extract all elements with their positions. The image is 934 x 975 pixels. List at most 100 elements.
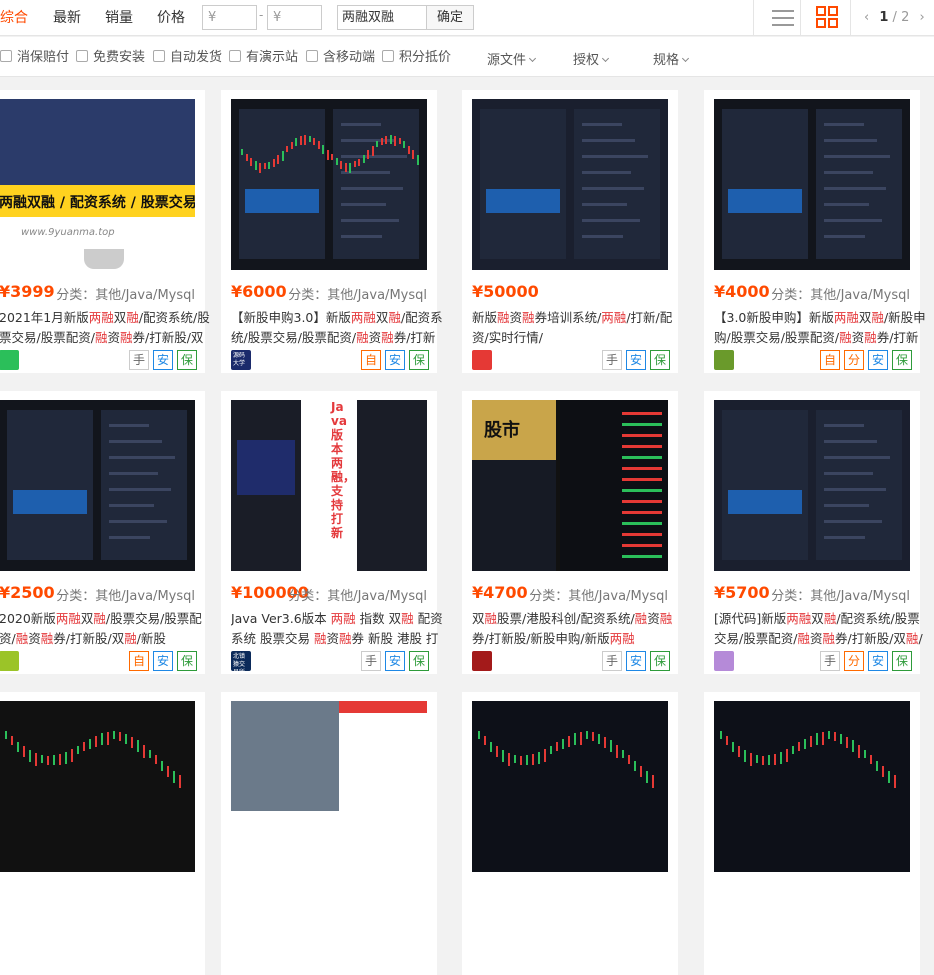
service-tag: 分 — [844, 350, 864, 370]
service-tag: 手 — [602, 350, 622, 370]
product-price: ¥4700 — [472, 583, 528, 602]
filter-demo-site[interactable]: 有演示站 — [229, 50, 298, 65]
product-thumbnail[interactable] — [0, 701, 195, 872]
sort-newest[interactable]: 最新 — [53, 0, 81, 36]
product-title[interactable]: [源代码]新版两融双融/配资系统/股票交易/股票配资/融资融券/打新股/双融/新 — [714, 609, 930, 649]
seller-avatar[interactable]: 北镇猿交易所 — [231, 651, 251, 671]
service-tag: 保 — [409, 350, 429, 370]
filter-points[interactable]: 积分抵价 — [382, 50, 451, 65]
service-tag: 手 — [361, 651, 381, 671]
chevron-down-icon — [528, 54, 537, 63]
service-tag: 手 — [129, 350, 149, 370]
service-tag: 保 — [892, 350, 912, 370]
filter-label: 自动发货 — [170, 50, 223, 65]
product-category: 分类：其他/Java/Mysql — [288, 288, 427, 303]
service-tag: 安 — [153, 350, 173, 370]
checkbox-icon[interactable] — [382, 50, 394, 62]
product-card[interactable]: ¥5700 分类：其他/Java/Mysql [源代码]新版两融双融/配资系统/股票… — [704, 391, 923, 674]
product-category: 分类：其他/Java/Mysql — [771, 288, 910, 303]
filter-auto-delivery[interactable]: 自动发货 — [153, 50, 222, 65]
sort-default[interactable]: 综合 — [0, 0, 28, 36]
product-title[interactable]: 【新股申购3.0】新版两融双融/配资系统/股票交易/股票配资/融资融券/打新 — [231, 308, 447, 348]
dropdown-license[interactable]: 授权 — [573, 49, 610, 68]
product-card[interactable]: ¥50000 新版融资融券培训系统/两融/打新/配资/实时行情/手安保 — [462, 90, 678, 373]
checkbox-icon[interactable] — [306, 50, 318, 62]
service-tag: 保 — [650, 350, 670, 370]
seller-avatar[interactable] — [714, 350, 734, 370]
filter-free-install[interactable]: 免费安装 — [76, 50, 145, 65]
product-thumbnail[interactable] — [0, 400, 195, 571]
service-tags: 手安保 — [602, 651, 670, 671]
keyword-input[interactable]: 两融双融 — [337, 5, 427, 30]
service-tag: 手 — [820, 651, 840, 671]
next-page-button[interactable]: › — [919, 10, 924, 25]
product-card[interactable] — [0, 692, 205, 975]
dropdown-label: 规格 — [653, 53, 680, 68]
service-tag: 分 — [844, 651, 864, 671]
product-thumbnail[interactable]: 股市 — [472, 400, 668, 571]
product-card[interactable]: ¥4000 分类：其他/Java/Mysql 【3.0新股申购】新版两融双融/新股申… — [704, 90, 926, 373]
service-tag: 保 — [650, 651, 670, 671]
product-title[interactable]: 双融股票/港股科创/配资系统/融资融券/打新股/新股申购/新版两融 — [472, 609, 688, 649]
product-card[interactable]: ¥2500 分类：其他/Java/Mysql 2020新版两融双融/股票交易/股票配… — [0, 391, 205, 674]
product-thumbnail[interactable]: 两融双融 / 配资系统 / 股票交易 www.9yuanma.top — [0, 99, 195, 270]
checkbox-icon[interactable] — [0, 50, 12, 62]
product-thumbnail[interactable] — [231, 701, 427, 872]
checkbox-icon[interactable] — [76, 50, 88, 62]
price-max-input[interactable]: ¥ — [267, 5, 322, 30]
filter-insurance[interactable]: 消保赔付 — [0, 50, 69, 65]
service-tag: 安 — [153, 651, 173, 671]
service-tags: 手分安保 — [820, 651, 912, 671]
product-price: ¥3999 — [0, 282, 55, 301]
product-thumbnail[interactable] — [714, 400, 910, 571]
product-card[interactable]: 股市 ¥4700 分类：其他/Java/Mysql 双融股票/港股科创/配资系统/融资… — [462, 391, 678, 674]
seller-avatar[interactable] — [0, 350, 19, 370]
product-card[interactable] — [462, 692, 678, 975]
service-tag: 安 — [626, 651, 646, 671]
product-title[interactable]: 2020新版两融双融/股票交易/股票配资/融资融券/打新股/双融/新股 — [0, 609, 215, 649]
prev-page-button[interactable]: ‹ — [864, 10, 869, 25]
seller-avatar[interactable] — [0, 651, 19, 671]
product-card[interactable]: Java版本两融，支持打新 ¥100000 分类：其他/Java/Mysql Java… — [221, 391, 443, 674]
service-tags: 手安保 — [602, 350, 670, 370]
confirm-button[interactable]: 确定 — [426, 5, 474, 30]
filter-label: 有演示站 — [246, 50, 299, 65]
filter-bar: 消保赔付 免费安装 自动发货 有演示站 含移动端 积分抵价 源文件 授权 规格 — [0, 37, 934, 77]
product-card[interactable] — [704, 692, 920, 975]
avatar-text: 北镇猿交易所 — [233, 653, 246, 671]
seller-avatar[interactable]: 源码大学 — [231, 350, 251, 370]
service-tag: 自 — [361, 350, 381, 370]
product-thumbnail[interactable] — [472, 99, 668, 270]
checkbox-icon[interactable] — [229, 50, 241, 62]
dropdown-spec[interactable]: 规格 — [653, 49, 690, 68]
seller-avatar[interactable] — [472, 651, 492, 671]
product-title[interactable]: 新版融资融券培训系统/两融/打新/配资/实时行情/ — [472, 308, 688, 348]
product-thumbnail[interactable] — [714, 701, 910, 872]
product-thumbnail[interactable] — [714, 99, 910, 270]
product-thumbnail[interactable]: Java版本两融，支持打新 — [231, 400, 427, 571]
service-tag: 保 — [177, 651, 197, 671]
product-category: 分类：其他/Java/Mysql — [56, 589, 195, 604]
grid-view-icon[interactable] — [816, 6, 838, 28]
product-thumbnail[interactable] — [472, 701, 668, 872]
sort-sales[interactable]: 销量 — [105, 0, 133, 36]
seller-avatar[interactable] — [714, 651, 734, 671]
service-tag: 安 — [385, 350, 405, 370]
product-price: ¥50000 — [472, 282, 539, 301]
price-min-input[interactable]: ¥ — [202, 5, 257, 30]
service-tag: 安 — [385, 651, 405, 671]
list-view-icon[interactable] — [772, 9, 794, 31]
dropdown-source-files[interactable]: 源文件 — [487, 49, 537, 68]
product-title[interactable]: Java Ver3.6版本 两融 指数 双融 配资系统 股票交易 融资融券 新股… — [231, 609, 447, 649]
filter-label: 免费安装 — [93, 50, 146, 65]
sort-price[interactable]: 价格 — [157, 0, 185, 36]
product-card[interactable]: ¥6000 分类：其他/Java/Mysql 【新股申购3.0】新版两融双融/配资系… — [221, 90, 443, 373]
checkbox-icon[interactable] — [153, 50, 165, 62]
product-card[interactable]: 两融双融 / 配资系统 / 股票交易 www.9yuanma.top ¥3999 分类… — [0, 90, 210, 373]
product-title[interactable]: 2021年1月新版两融双融/配资系统/股票交易/股票配资/融资融券/打新股/双融… — [0, 308, 215, 348]
product-thumbnail[interactable] — [231, 99, 427, 270]
filter-mobile[interactable]: 含移动端 — [306, 50, 375, 65]
seller-avatar[interactable] — [472, 350, 492, 370]
product-title[interactable]: 【3.0新股申购】新版两融双融/新股申购/股票交易/股票配资/融资融券/打新 — [714, 308, 930, 348]
product-card[interactable] — [221, 692, 437, 975]
